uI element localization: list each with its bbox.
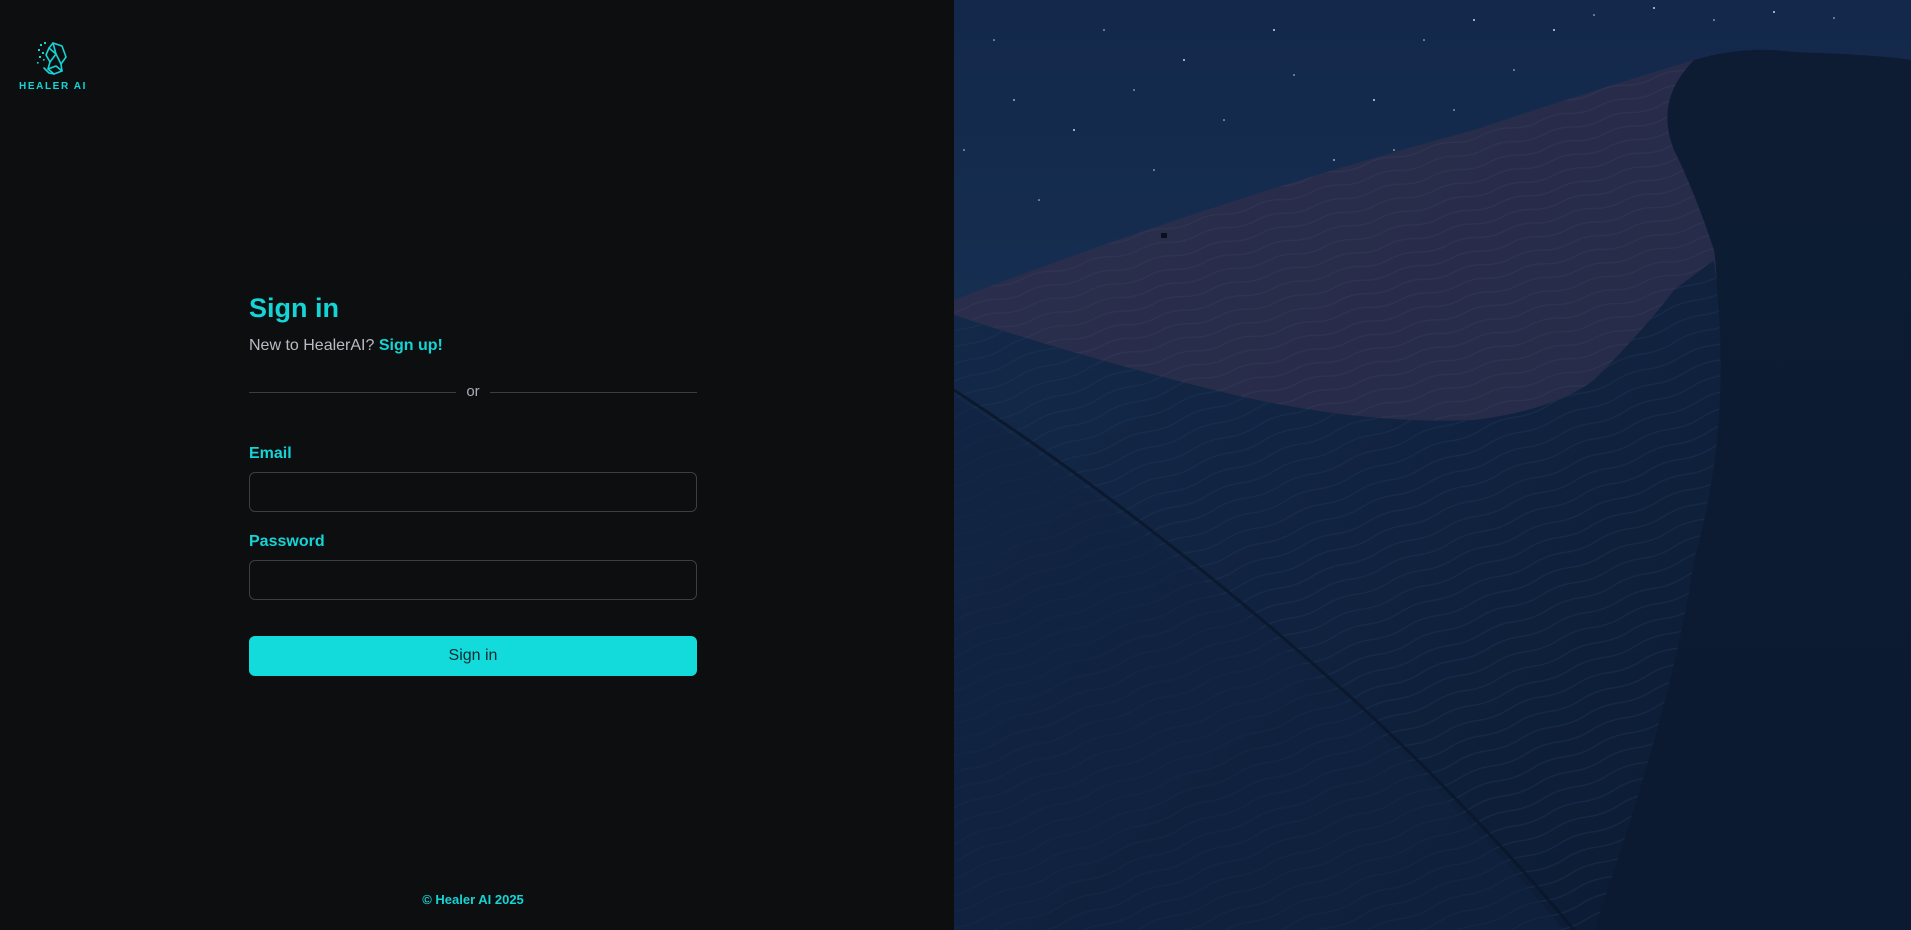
password-field[interactable]	[249, 560, 697, 600]
email-label: Email	[249, 445, 292, 462]
or-divider: or	[249, 382, 697, 402]
divider-line-right	[489, 391, 697, 393]
page-title: Sign in	[249, 293, 339, 323]
signin-button[interactable]: Sign in	[249, 636, 697, 676]
signup-link[interactable]: Sign up!	[379, 337, 443, 354]
signup-prompt: New to HealerAI? Sign up!	[249, 336, 697, 356]
signup-prompt-text: New to HealerAI?	[249, 337, 375, 354]
divider-text: or	[466, 383, 480, 400]
copyright-footer: © Healer AI 2025	[422, 892, 524, 907]
page-root: HEALER AI Sign in New to HealerAI? Sign …	[0, 0, 1911, 930]
signin-form: Sign in New to HealerAI? Sign up! or Ema…	[249, 288, 697, 676]
dunes-illustration	[954, 0, 1911, 930]
signin-panel: HEALER AI Sign in New to HealerAI? Sign …	[0, 0, 954, 930]
night-sand-dunes-image	[954, 0, 1911, 930]
email-field[interactable]	[249, 472, 697, 512]
healer-ai-logo-icon	[37, 42, 67, 75]
brand-logo-text: HEALER AI	[19, 81, 87, 92]
divider-line-left	[249, 391, 457, 393]
brand-logo[interactable]: HEALER AI	[19, 40, 87, 92]
password-label: Password	[249, 533, 325, 550]
